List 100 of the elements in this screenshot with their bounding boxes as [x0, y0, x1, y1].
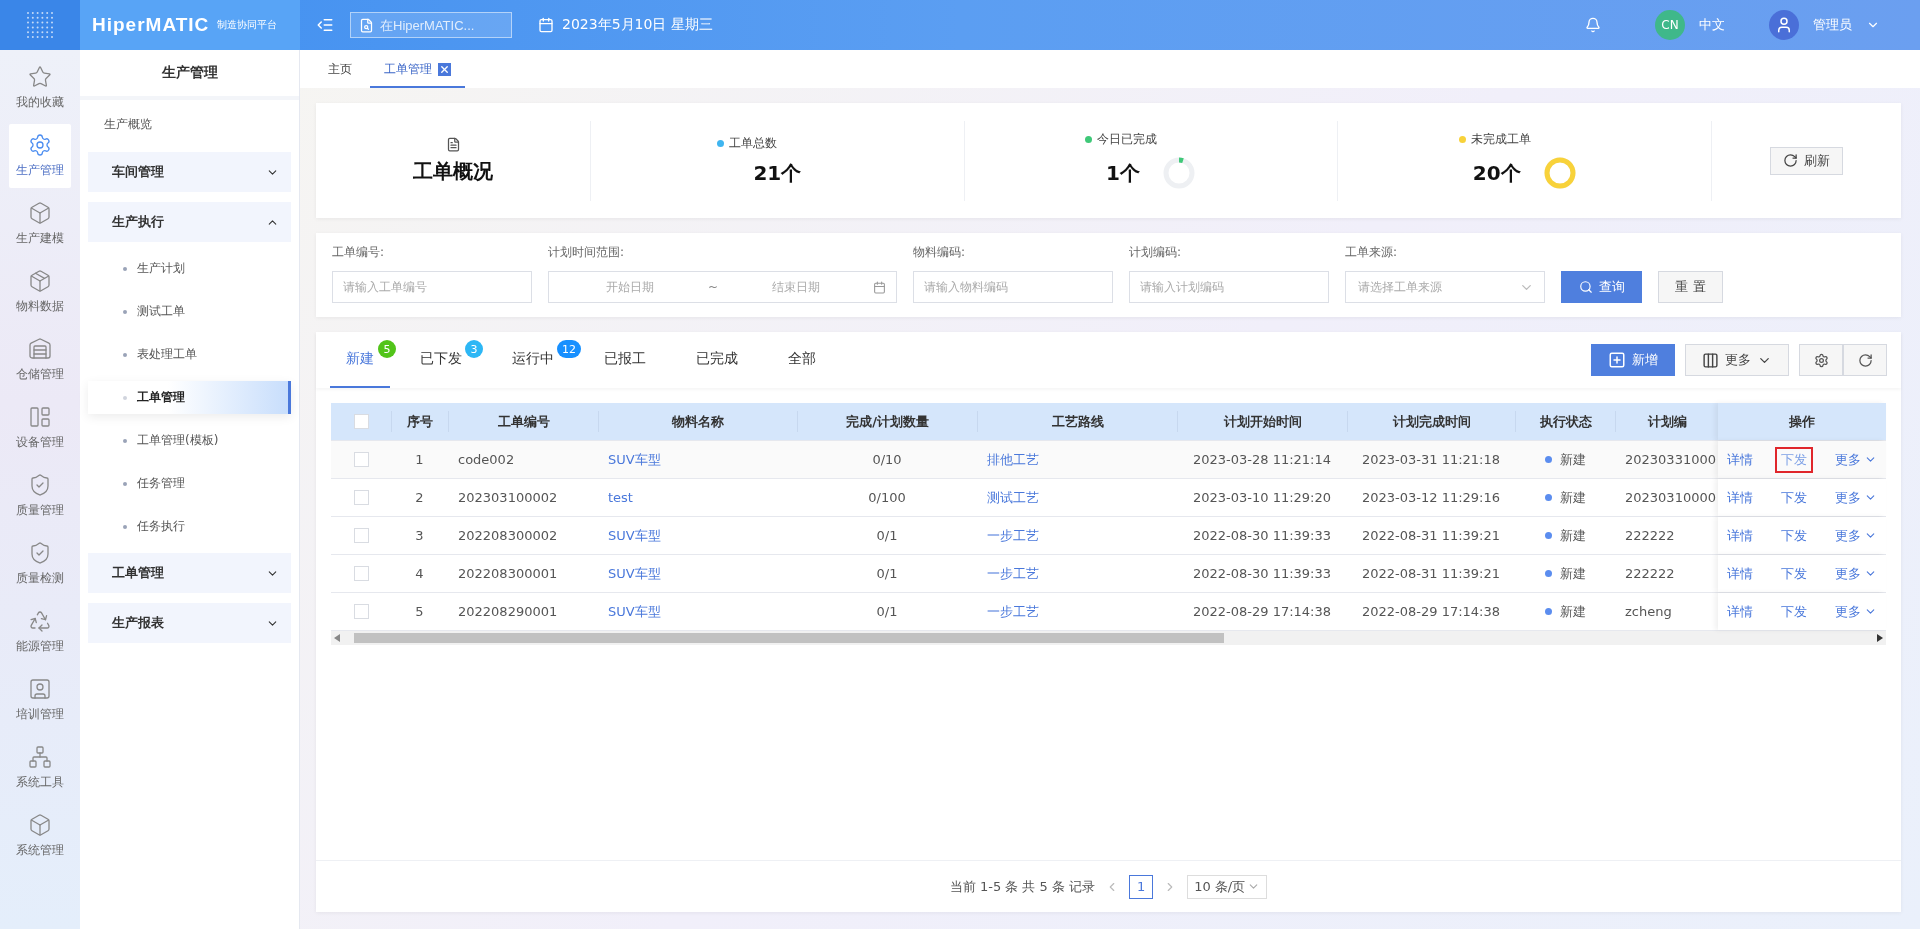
stat-label: 工单总数 [717, 134, 778, 152]
bell-icon[interactable] [1585, 17, 1601, 33]
action-link[interactable]: 下发 [1775, 560, 1813, 587]
action-link[interactable]: 下发 [1775, 484, 1813, 511]
material-link[interactable]: test [608, 490, 633, 505]
column-header: 序号 [391, 411, 448, 432]
nav-group[interactable]: 生产报表 [88, 603, 291, 643]
pagination-summary: 当前 1-5 条 共 5 条 记录 [949, 877, 1096, 896]
refresh-button[interactable]: 刷新 [1770, 146, 1843, 175]
checkbox[interactable] [353, 528, 369, 543]
nav-item[interactable]: 表处理工单 [88, 338, 291, 371]
status-tab[interactable]: 已下发 [418, 332, 464, 388]
checkbox[interactable] [353, 452, 369, 467]
field-label: 物料编码: [913, 244, 967, 261]
status-dot [1544, 456, 1552, 463]
checkbox[interactable] [353, 490, 369, 505]
nav-item[interactable]: 生产概览 [88, 106, 291, 142]
action-link[interactable]: 下发 [1775, 446, 1813, 473]
table-cell-text: 2022-08-29 17:14:38 [1191, 603, 1333, 621]
scroll-left-icon[interactable] [334, 634, 340, 642]
material-link[interactable]: SUV车型 [608, 564, 661, 583]
route-link[interactable]: 排他工艺 [987, 450, 1039, 469]
page-size-select[interactable]: 10 条/页 [1187, 874, 1268, 899]
input-field[interactable]: 请输入工单编号 [332, 271, 532, 303]
reload-button[interactable] [1843, 344, 1887, 376]
page-tab[interactable]: 主页 [314, 52, 366, 88]
route-link[interactable]: 一步工艺 [987, 564, 1039, 583]
rail-item[interactable]: 系统工具 [9, 736, 71, 800]
shield-icon [28, 541, 52, 565]
user-name[interactable]: 管理员 [1813, 16, 1852, 34]
rail-item[interactable]: 仓储管理 [9, 328, 71, 392]
date-range-field[interactable]: 开始日期 ~ 结束日期 [548, 271, 897, 303]
nav-item[interactable]: 工单管理(模板) [88, 424, 291, 457]
search-input[interactable]: 在HiperMATIC... [378, 16, 498, 34]
action-link[interactable]: 更多 [1829, 446, 1883, 473]
horizontal-scrollbar[interactable] [331, 631, 1886, 645]
input-field[interactable]: 请输入计划编码 [1129, 271, 1329, 303]
material-link[interactable]: SUV车型 [608, 602, 661, 621]
page-number[interactable]: 1 [1129, 874, 1154, 899]
action-link[interactable]: 更多 [1829, 484, 1883, 511]
rail-item[interactable]: 培训管理 [9, 668, 71, 732]
checkbox[interactable] [353, 566, 369, 581]
status-tab[interactable]: 已完成 [694, 332, 740, 388]
action-link[interactable]: 详情 [1721, 598, 1759, 625]
action-link[interactable]: 下发 [1775, 598, 1813, 625]
action-link[interactable]: 详情 [1721, 560, 1759, 587]
status-tab[interactable]: 运行中 [510, 332, 556, 388]
route-link[interactable]: 测试工艺 [987, 488, 1039, 507]
checkbox[interactable] [353, 414, 369, 429]
rail-item[interactable]: 生产建模 [9, 192, 71, 256]
nav-item[interactable]: 测试工单 [88, 295, 291, 328]
input-field[interactable]: 请输入物料编码 [913, 271, 1113, 303]
language-label[interactable]: 中文 [1699, 16, 1725, 34]
more-button[interactable]: 更多 [1685, 344, 1789, 376]
rail-item[interactable]: 生产管理 [9, 124, 71, 188]
nav-item[interactable]: 任务执行 [88, 510, 291, 543]
action-link[interactable]: 更多 [1829, 560, 1883, 587]
action-link[interactable]: 更多 [1829, 522, 1883, 549]
rail-item[interactable]: 质量检测 [9, 532, 71, 596]
rail-item[interactable]: 系统管理 [9, 804, 71, 868]
user-avatar[interactable] [1769, 10, 1799, 40]
action-link[interactable]: 详情 [1721, 522, 1759, 549]
column-header: 物料名称 [598, 411, 797, 432]
action-link[interactable]: 详情 [1721, 484, 1759, 511]
select-field[interactable]: 请选择工单来源 [1345, 271, 1545, 303]
close-icon[interactable] [438, 62, 451, 76]
material-link[interactable]: SUV车型 [608, 526, 661, 545]
rail-item[interactable]: 设备管理 [9, 396, 71, 460]
nav-item[interactable]: 生产计划 [88, 252, 291, 285]
nav-group[interactable]: 工单管理 [88, 553, 291, 593]
plus-square-icon [1608, 351, 1626, 369]
nav-item[interactable]: 工单管理 [88, 381, 291, 414]
material-link[interactable]: SUV车型 [608, 450, 661, 469]
settings-button[interactable] [1799, 344, 1843, 376]
page-tab[interactable]: 工单管理 [370, 52, 465, 88]
add-button[interactable]: 新增 [1591, 344, 1675, 376]
action-link[interactable]: 详情 [1721, 446, 1759, 473]
status-tab[interactable]: 已报工 [602, 332, 648, 388]
search-button[interactable]: 查询 [1561, 271, 1642, 303]
refresh-icon [1857, 352, 1873, 368]
rail-item[interactable]: 我的收藏 [9, 56, 71, 120]
route-link[interactable]: 一步工艺 [987, 602, 1039, 621]
star-icon [28, 65, 52, 89]
menu-icon[interactable] [316, 16, 334, 34]
nav-item[interactable]: 任务管理 [88, 467, 291, 500]
reset-button[interactable]: 重 置 [1658, 271, 1723, 303]
action-link[interactable]: 更多 [1829, 598, 1883, 625]
scroll-right-icon[interactable] [1877, 634, 1883, 642]
action-link[interactable]: 下发 [1775, 522, 1813, 549]
status-tab[interactable]: 全部 [786, 332, 818, 388]
checkbox[interactable] [353, 604, 369, 619]
status-dot [1544, 532, 1552, 539]
nav-group[interactable]: 生产执行 [88, 202, 291, 242]
rail-item[interactable]: 物料数据 [9, 260, 71, 324]
nav-group[interactable]: 车间管理 [88, 152, 291, 192]
route-link[interactable]: 一步工艺 [987, 526, 1039, 545]
rail-item[interactable]: 质量管理 [9, 464, 71, 528]
search-field[interactable]: 在HiperMATIC... [350, 12, 512, 38]
rail-item[interactable]: 能源管理 [9, 600, 71, 664]
field-label: 计划编码: [1129, 244, 1183, 261]
